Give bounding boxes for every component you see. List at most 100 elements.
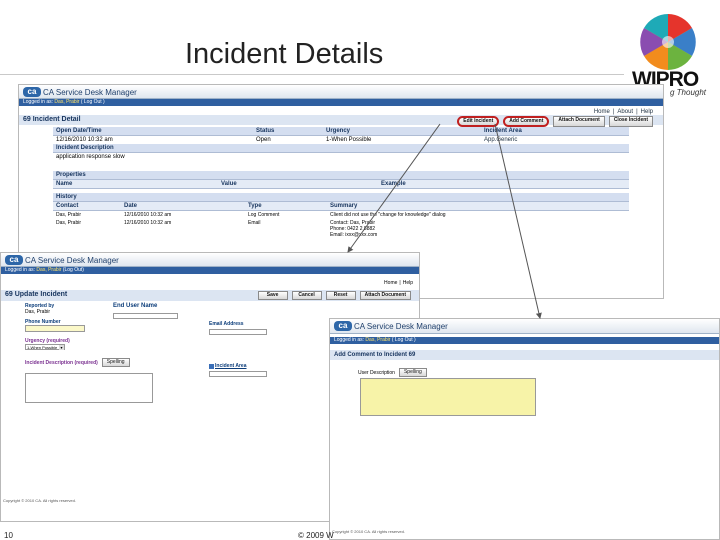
- add-comment-button[interactable]: Add Comment: [503, 116, 550, 127]
- action-buttons: Save Cancel Reset Attach Document: [257, 291, 411, 300]
- logged-in-user-link[interactable]: Das, Prabir: [36, 267, 61, 273]
- field-headers: Open Date/Time Status Urgency Incident A…: [53, 127, 629, 136]
- urgency-selected: 1-When Possible: [27, 345, 58, 350]
- save-button[interactable]: Save: [257, 291, 288, 300]
- phone-input[interactable]: [25, 325, 85, 332]
- logged-in-user-link[interactable]: Das, Prabir: [365, 337, 390, 343]
- login-bar: Logged in as: Das, Prabir (Log Out): [1, 267, 419, 274]
- logged-in-user-link[interactable]: Das, Prabir: [54, 99, 79, 105]
- app-header: ca CA Service Desk Manager: [1, 253, 419, 267]
- logged-in-label: Logged in as:: [334, 337, 365, 343]
- page-title-bar: 69 Incident Detail Edit Incident Add Com…: [19, 115, 663, 127]
- email-input[interactable]: [209, 329, 267, 335]
- example-column: Example: [381, 181, 406, 187]
- search-icon[interactable]: [209, 363, 214, 369]
- date-column: Date: [124, 203, 138, 209]
- action-buttons: Edit Incident Add Comment Attach Documen…: [457, 116, 653, 127]
- close-incident-button[interactable]: Close Incident: [608, 116, 653, 127]
- incident-area-link[interactable]: Incident Area: [215, 363, 247, 369]
- urgency-select[interactable]: 1-When Possible ▾: [25, 344, 65, 350]
- user-description-textarea[interactable]: [360, 378, 536, 416]
- history-summary-email: Email: ixxx@xxx.com: [330, 232, 378, 238]
- contact-column: Contact: [56, 203, 79, 209]
- status-header: Status: [256, 128, 275, 134]
- open-date-value: 12/16/2010 10:32 am: [56, 137, 113, 143]
- logout-link[interactable]: ( Log Out ): [81, 99, 105, 105]
- logged-in-label: Logged in as:: [5, 267, 36, 273]
- app-header: ca CA Service Desk Manager: [19, 85, 663, 99]
- history-contact: Das, Prabir: [56, 212, 82, 218]
- history-contact: Das, Prabir: [56, 220, 82, 226]
- logged-in-label: Logged in as:: [23, 99, 54, 105]
- wipro-tagline: g Thought: [670, 88, 707, 97]
- description-textarea[interactable]: [25, 373, 153, 403]
- app-header: ca CA Service Desk Manager: [330, 319, 719, 334]
- history-summary: Contact: Das, Prabir Phone: 0422 2 8882 …: [330, 220, 626, 238]
- title-divider: [0, 74, 624, 75]
- incident-area-field: Incident Area: [209, 363, 247, 369]
- copyright-footer: Copyright © 2010 CA. All rights reserved…: [3, 498, 76, 503]
- slide-copyright: © 2009 W: [298, 531, 334, 540]
- add-comment-window: ca CA Service Desk Manager Logged in as:…: [329, 318, 720, 540]
- copyright-footer: Copyright © 2010 CA. All rights reserved…: [332, 529, 405, 534]
- history-type: Log Comment: [248, 212, 280, 218]
- incident-area-header: Incident Area: [484, 128, 522, 134]
- description-value: application response slow: [56, 154, 125, 160]
- incident-area-input[interactable]: [209, 371, 267, 377]
- page-title: Add Comment to Incident 69: [334, 352, 416, 358]
- edit-incident-button[interactable]: Edit Incident: [457, 116, 500, 127]
- chevron-down-icon: ▾: [59, 345, 64, 350]
- ca-logo-icon: ca: [334, 321, 352, 331]
- home-link[interactable]: Home: [384, 280, 397, 286]
- logout-link[interactable]: ( Log Out ): [392, 337, 416, 343]
- history-header: History: [53, 193, 629, 202]
- description-label: Incident Description (required): [25, 359, 98, 366]
- properties-header: Properties: [53, 171, 629, 180]
- login-bar: Logged in as: Das, Prabir ( Log Out ): [330, 337, 719, 344]
- history-date: 12/16/2010 10:32 am: [124, 220, 172, 226]
- value-column: Value: [221, 181, 237, 187]
- page-number: 10: [4, 531, 13, 540]
- description-header: Incident Description: [53, 144, 629, 153]
- attach-document-button[interactable]: Attach Document: [553, 116, 605, 127]
- page-title: 69 Update Incident: [5, 291, 68, 298]
- urgency-value: 1-When Possible: [326, 137, 372, 143]
- spelling-button[interactable]: Spelling: [398, 368, 427, 377]
- link-separator: |: [399, 280, 401, 286]
- slide: Incident Details WIPRO g Thought ca CA S…: [0, 0, 720, 540]
- end-user-input[interactable]: [113, 313, 178, 319]
- status-value: Open: [256, 137, 271, 143]
- app-name: CA Service Desk Manager: [25, 256, 119, 265]
- attach-document-button[interactable]: Attach Document: [359, 291, 411, 300]
- page-title-bar: 69 Update Incident Save Cancel Reset Att…: [1, 290, 419, 301]
- ca-logo-icon: ca: [23, 87, 41, 97]
- help-link[interactable]: Help: [403, 280, 413, 286]
- type-column: Type: [248, 203, 262, 209]
- history-type: Email: [248, 220, 261, 226]
- user-description-label: User Description: [358, 369, 395, 376]
- table-row[interactable]: Das, Prabir 12/16/2010 10:32 am Log Comm…: [53, 211, 629, 219]
- summary-column: Summary: [330, 203, 358, 209]
- incident-area-value[interactable]: App.Generic: [484, 137, 626, 143]
- end-user-label: End User Name: [113, 303, 158, 309]
- slide-title: Incident Details: [185, 38, 384, 70]
- history-date: 12/16/2010 10:32 am: [124, 212, 172, 218]
- history-summary: Client did not use the "change for knowl…: [330, 212, 446, 218]
- app-name: CA Service Desk Manager: [354, 322, 448, 331]
- ca-logo-icon: ca: [5, 255, 23, 265]
- reset-button[interactable]: Reset: [325, 291, 356, 300]
- name-column: Name: [56, 181, 73, 187]
- table-row[interactable]: Das, Prabir 12/16/2010 10:32 am Email Co…: [53, 219, 629, 239]
- logout-link[interactable]: (Log Out): [63, 267, 84, 273]
- field-values: 12/16/2010 10:32 am Open 1-When Possible…: [53, 136, 629, 144]
- cancel-button[interactable]: Cancel: [291, 291, 322, 300]
- app-name: CA Service Desk Manager: [43, 88, 137, 97]
- login-bar: Logged in as: Das, Prabir ( Log Out ): [19, 99, 663, 106]
- open-date-header: Open Date/Time: [56, 128, 102, 134]
- page-title: 69 Incident Detail: [23, 116, 81, 123]
- page-title-bar: Add Comment to Incident 69: [330, 350, 719, 360]
- spelling-button[interactable]: Spelling: [101, 358, 130, 367]
- urgency-header: Urgency: [326, 128, 351, 134]
- history-columns: Contact Date Type Summary: [53, 202, 629, 211]
- email-label: Email Address: [209, 321, 244, 327]
